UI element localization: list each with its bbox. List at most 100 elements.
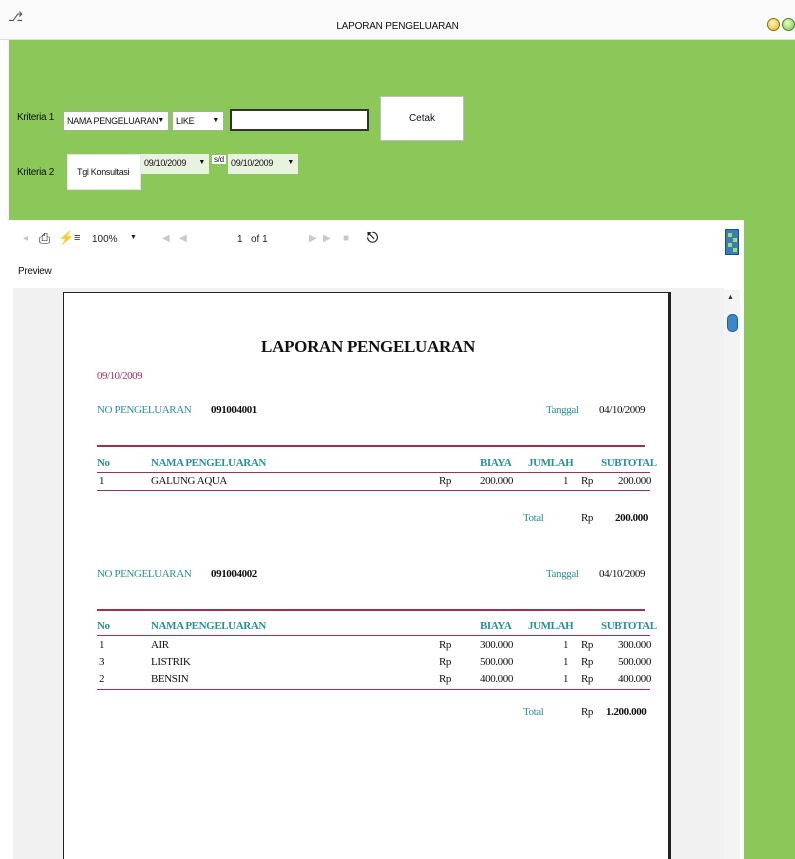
kriteria1-operator-value: LIKE [176,116,195,126]
no-pengeluaran-value: 091004002 [211,568,257,580]
vertical-scrollbar[interactable]: ▲ [724,290,740,859]
row-subtotal: 300.000 [618,639,651,651]
last-page-icon[interactable]: ▶ [323,233,331,244]
column-header-no: No [97,457,110,469]
previous-page-icon[interactable]: ◀ [179,233,187,244]
row-subtotal: 400.000 [618,673,651,685]
chevron-down-icon: ▼ [287,159,294,166]
column-header-subtotal: SUBTOTAL [601,620,657,632]
row-no: 1 [99,639,105,651]
date-from-picker[interactable]: 09/10/2009 ▼ [141,154,209,174]
row-biaya: 500.000 [480,656,513,668]
tanggal-label: Tanggal [546,404,579,416]
group-tree-toggle-icon[interactable] [725,229,739,255]
chevron-down-icon: ▼ [198,159,205,166]
preview-tab[interactable]: Preview [18,266,52,277]
row-nama: LISTRIK [151,656,191,668]
kriteria1-operator-select[interactable]: LIKE ▼ [172,111,224,131]
column-header-no: No [97,620,110,632]
viewer-toolbar: ◂ ⎙ ⚡ ≡ 100% ▼ ◀ ◀ 1 of 1 ▶ ▶ ■ ⎋ [9,220,744,264]
lightning-icon[interactable]: ⚡ [58,230,74,246]
cetak-button[interactable]: Cetak [380,96,464,141]
total-label: Total [523,706,544,718]
printer-icon[interactable]: ⎙ [39,230,50,247]
stop-icon[interactable]: ■ [343,233,349,244]
section-divider [97,609,645,611]
kriteria1-label: Kriteria 1 [17,112,55,123]
title-bar: ⎇ LAPORAN PENGELUARAN [0,0,795,40]
scroll-thumb[interactable] [727,314,738,332]
column-header-nama: NAMA PENGELUARAN [151,457,266,469]
row-currency: Rp [439,475,452,487]
report-print-date: 09/10/2009 [97,370,143,382]
filter-panel: Kriteria 1 NAMA PENGELUARAN ▼ LIKE ▼ Cet… [9,40,795,220]
total-label: Total [523,512,544,524]
row-jumlah: 1 [563,656,569,668]
total-value: 1.200.000 [606,706,647,718]
chevron-down-icon[interactable]: ▼ [130,234,137,241]
kriteria2-field-value: Tgl Konsultasi [77,167,130,177]
row-jumlah: 1 [563,639,569,651]
row-no: 1 [99,475,105,487]
date-from-value: 09/10/2009 [144,158,187,168]
row-subtotal: 500.000 [618,656,651,668]
kriteria1-value-input[interactable] [230,109,369,131]
kriteria2-label: Kriteria 2 [17,167,55,178]
date-to-picker[interactable]: 09/10/2009 ▼ [228,154,298,174]
sd-label: s/d [212,155,226,164]
column-header-jumlah: JUMLAH [528,457,574,469]
row-jumlah: 1 [563,475,569,487]
no-pengeluaran-label: NO PENGELUARAN [97,568,192,580]
binoculars-icon[interactable]: ⎋ [367,229,378,246]
row-no: 2 [99,673,105,685]
export-arrow-icon[interactable]: ◂ [23,233,28,244]
total-currency: Rp [581,512,594,524]
row-biaya: 400.000 [480,673,513,685]
tanggal-value: 04/10/2009 [599,568,646,580]
tanggal-label: Tanggal [546,568,579,580]
row-currency: Rp [581,656,594,668]
row-currency: Rp [581,639,594,651]
row-biaya: 300.000 [480,639,513,651]
total-value: 200.000 [615,512,648,524]
column-header-biaya: BIAYA [480,620,512,632]
report-viewer: ◂ ⎙ ⚡ ≡ 100% ▼ ◀ ◀ 1 of 1 ▶ ▶ ■ ⎋ Previe… [9,220,744,859]
row-no: 3 [99,656,105,668]
row-currency: Rp [439,656,452,668]
row-currency: Rp [439,673,452,685]
chevron-down-icon: ▼ [212,117,219,124]
kriteria1-field-value: NAMA PENGELUARAN [67,116,159,126]
no-pengeluaran-label: NO PENGELUARAN [97,404,192,416]
next-page-icon[interactable]: ▶ [309,233,317,244]
kriteria2-field-select[interactable]: Tgl Konsultasi [67,154,141,190]
column-header-biaya: BIAYA [480,457,512,469]
table-footer-rule [97,689,650,690]
column-header-nama: NAMA PENGELUARAN [151,620,266,632]
current-page[interactable]: 1 [237,234,243,245]
row-currency: Rp [581,475,594,487]
row-jumlah: 1 [563,673,569,685]
row-biaya: 200.000 [480,475,513,487]
tanggal-value: 04/10/2009 [599,404,646,416]
chevron-down-icon: ▼ [157,117,164,124]
no-pengeluaran-value: 091004001 [211,404,257,416]
column-header-subtotal: SUBTOTAL [601,457,657,469]
first-page-icon[interactable]: ◀ [162,233,170,244]
table-header-rule [97,472,650,473]
kriteria1-field-select[interactable]: NAMA PENGELUARAN ▼ [63,111,169,131]
report-title: LAPORAN PENGELUARAN [261,337,475,356]
page-count: of 1 [251,234,268,245]
date-to-value: 09/10/2009 [231,158,274,168]
group-tree-icon[interactable]: ≡ [74,232,80,244]
side-green-strip [744,220,795,859]
minimize-button[interactable] [767,18,780,31]
zoom-select[interactable]: 100% [92,234,118,245]
window-controls [767,18,795,31]
maximize-button[interactable] [782,18,795,31]
row-subtotal: 200.000 [618,475,651,487]
row-nama: AIR [151,639,169,651]
total-currency: Rp [581,706,594,718]
column-header-jumlah: JUMLAH [528,620,574,632]
scroll-up-icon[interactable]: ▲ [727,294,734,301]
table-header-rule [97,635,650,636]
